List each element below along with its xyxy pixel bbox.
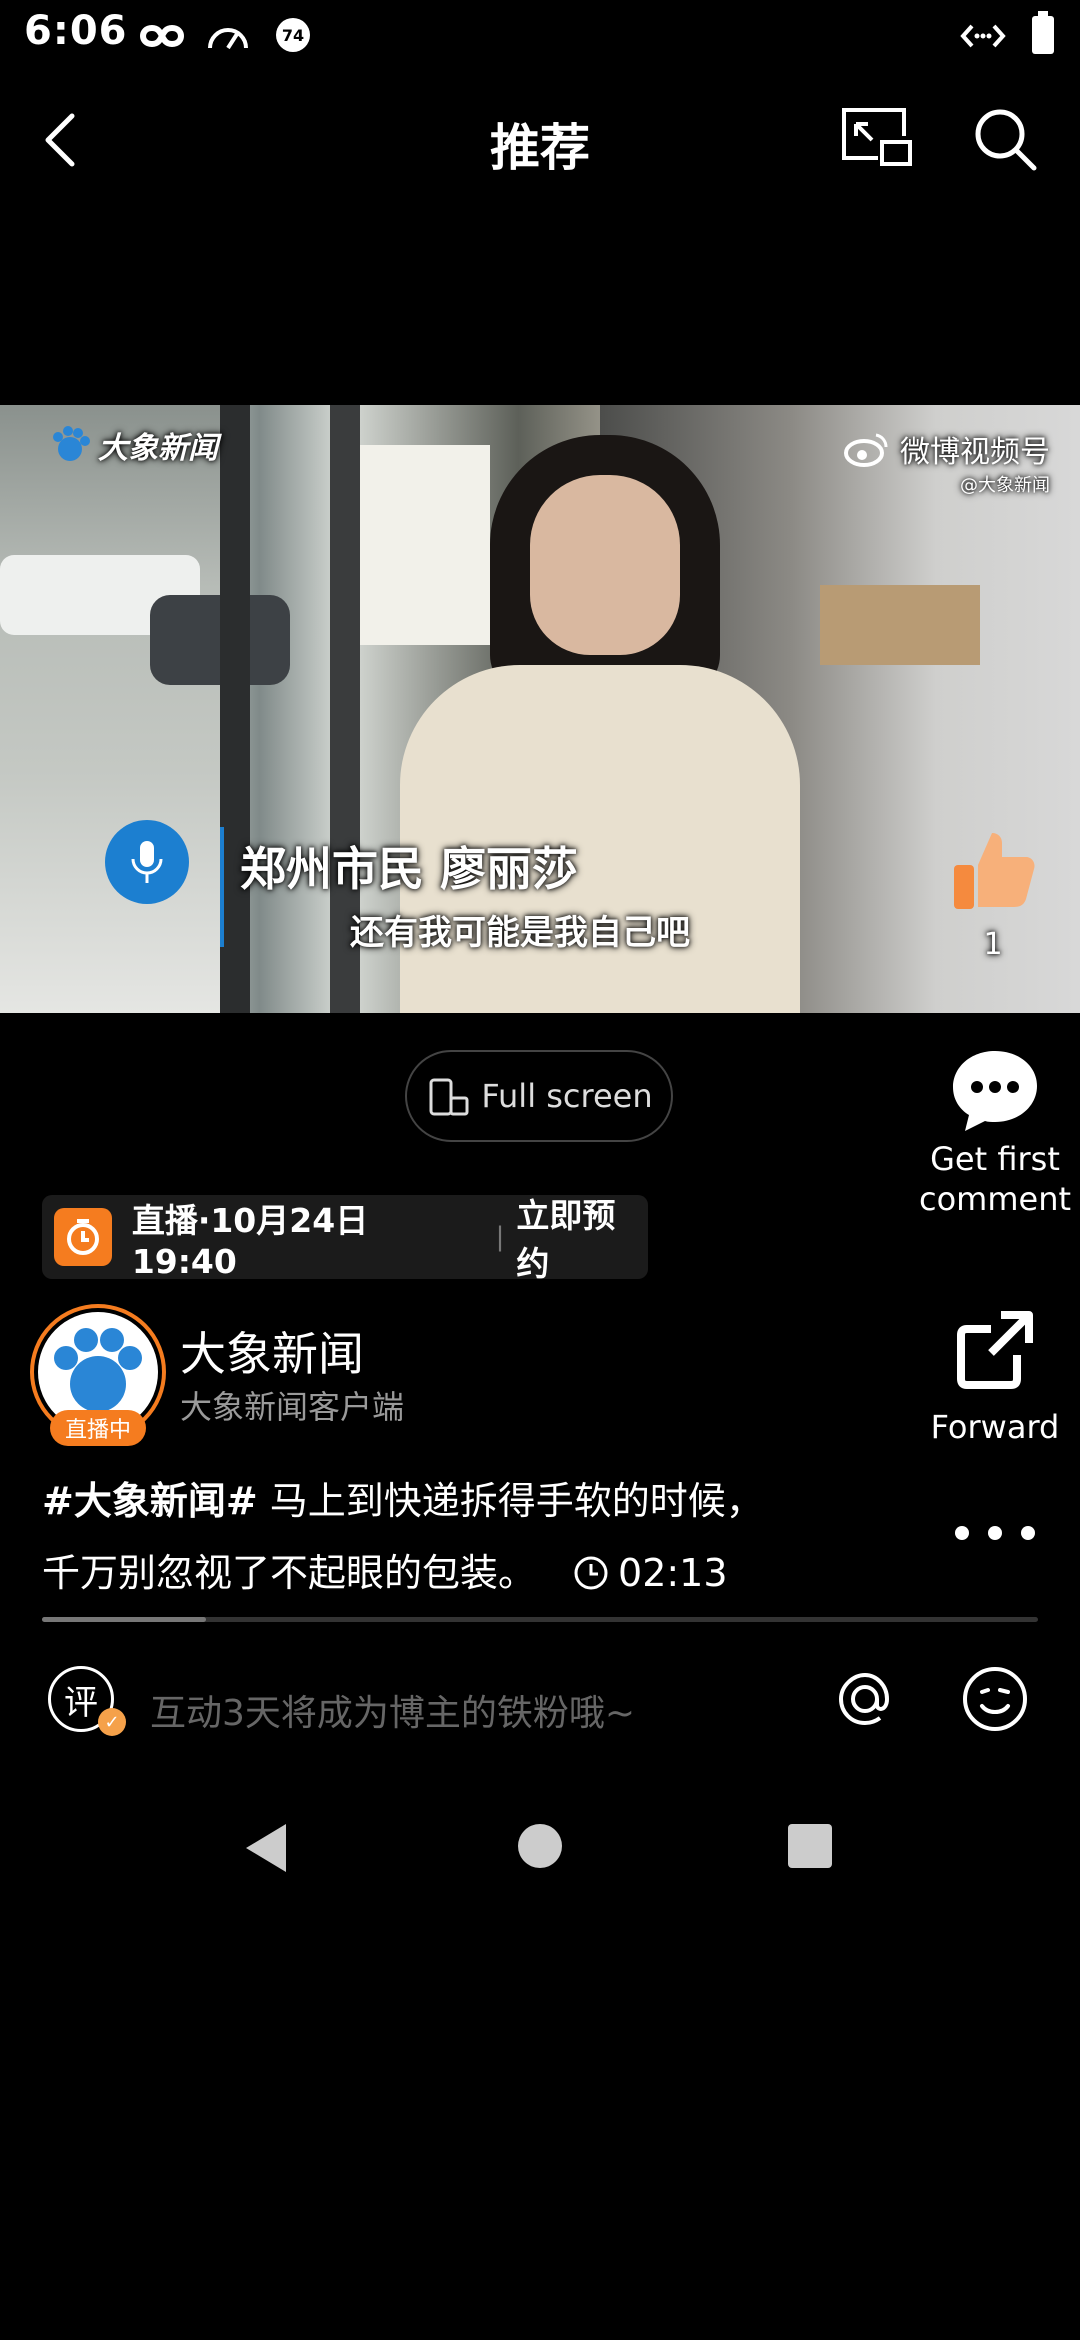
caption-quote: 还有我可能是我自己吧	[350, 913, 690, 953]
live-badge: 直播中	[50, 1410, 146, 1446]
street-background	[0, 405, 230, 1013]
code-brackets-icon	[960, 24, 1006, 48]
video-duration: 02:13	[618, 1551, 728, 1595]
paw-logo-icon	[53, 426, 90, 461]
caption-divider	[220, 827, 224, 947]
forward-label: Forward	[930, 1408, 1060, 1446]
banner-divider: |	[495, 1222, 505, 1252]
watermark-sub: @大象新闻	[960, 475, 1050, 496]
status-time: 6:06	[24, 8, 128, 54]
notification-badge-icon: 74	[276, 18, 310, 52]
search-icon[interactable]	[970, 104, 1040, 174]
forward-action[interactable]: Forward	[895, 1305, 1080, 1447]
thumbs-up-icon[interactable]	[948, 825, 1038, 915]
more-dot-icon	[1021, 1526, 1035, 1540]
person-face	[530, 475, 680, 655]
speed-gauge-icon	[208, 28, 248, 50]
channel-logo: 大象新闻	[48, 423, 218, 467]
page-title: 推荐	[490, 119, 590, 177]
weibo-icon	[844, 433, 888, 467]
infinity-icon	[140, 24, 184, 48]
comment-action[interactable]: Get first comment	[895, 1045, 1080, 1219]
live-schedule-text: 直播·10月24日 19:40	[131, 1200, 369, 1281]
nav-back-icon[interactable]	[240, 1820, 294, 1876]
battery-icon	[1032, 11, 1054, 54]
picture-in-picture-icon[interactable]	[838, 102, 914, 172]
forward-icon	[957, 1311, 1033, 1389]
channel-logo-text: 大象新闻	[98, 431, 218, 466]
video-player[interactable]: 大象新闻 微博视频号 @大象新闻 郑州市民 廖丽莎 还有我可能是我自己吧 1	[0, 405, 1080, 1013]
clock-icon	[574, 1556, 608, 1590]
video-progress-fill	[42, 1617, 206, 1622]
door-frame-left	[220, 405, 250, 1013]
comment-input[interactable]: 互动3天将成为博主的铁粉哦~	[150, 1684, 635, 1736]
header: 推荐	[0, 80, 1080, 200]
comment-label-line1: Get first	[930, 1140, 1060, 1178]
weibo-watermark: 微博视频号 @大象新闻	[842, 427, 1050, 497]
microphone-badge	[105, 820, 189, 904]
comment-bubble-icon	[953, 1051, 1037, 1131]
comment-badge-char: 评	[64, 1682, 98, 1723]
hashtag-link[interactable]: #大象新闻#	[42, 1479, 258, 1523]
watermark-main: 微博视频号	[900, 435, 1050, 470]
caption-line2: 千万别忽视了不起眼的包装。	[42, 1551, 537, 1595]
notification-badge-number: 74	[281, 25, 305, 45]
at-mention-icon[interactable]	[830, 1664, 900, 1734]
comment-label-line2: comment	[918, 1180, 1072, 1218]
author-name[interactable]: 大象新闻	[180, 1318, 364, 1384]
caption-line1: 马上到快递拆得手软的时候，	[257, 1479, 764, 1523]
microphone-icon	[131, 841, 163, 883]
live-reservation-banner[interactable]: 直播·10月24日 19:40 | 立即预约	[42, 1195, 648, 1283]
comment-bar: 评 ✓ 互动3天将成为博主的铁粉哦~	[0, 1650, 1080, 1770]
post-caption: #大象新闻# 马上到快递拆得手软的时候， 千万别忽视了不起眼的包装。 02:13	[42, 1465, 902, 1609]
more-dot-icon	[955, 1526, 969, 1540]
emoji-icon[interactable]	[960, 1664, 1030, 1734]
reserve-now-link[interactable]: 立即预约	[516, 1189, 648, 1285]
nav-home-icon[interactable]	[516, 1822, 564, 1870]
more-options-button[interactable]	[955, 1518, 1035, 1548]
status-bar: 6:06 74	[0, 0, 1080, 70]
posted-notice	[360, 445, 490, 645]
check-badge-icon: ✓	[98, 1708, 126, 1736]
caption-name: 郑州市民 廖丽莎	[240, 842, 579, 896]
fullscreen-label: Full screen	[481, 1077, 653, 1115]
fullscreen-button[interactable]: Full screen	[405, 1050, 673, 1142]
system-nav-bar	[0, 1800, 1080, 1900]
nav-recents-icon[interactable]	[786, 1822, 834, 1870]
more-dot-icon	[988, 1526, 1002, 1540]
author-avatar[interactable]: 直播中	[28, 1302, 168, 1446]
alarm-clock-icon	[54, 1208, 112, 1266]
author-subtitle: 大象新闻客户端	[180, 1388, 405, 1426]
rotate-phone-icon	[429, 1078, 469, 1116]
cardboard-box	[820, 585, 980, 665]
like-count: 1	[983, 927, 1003, 962]
